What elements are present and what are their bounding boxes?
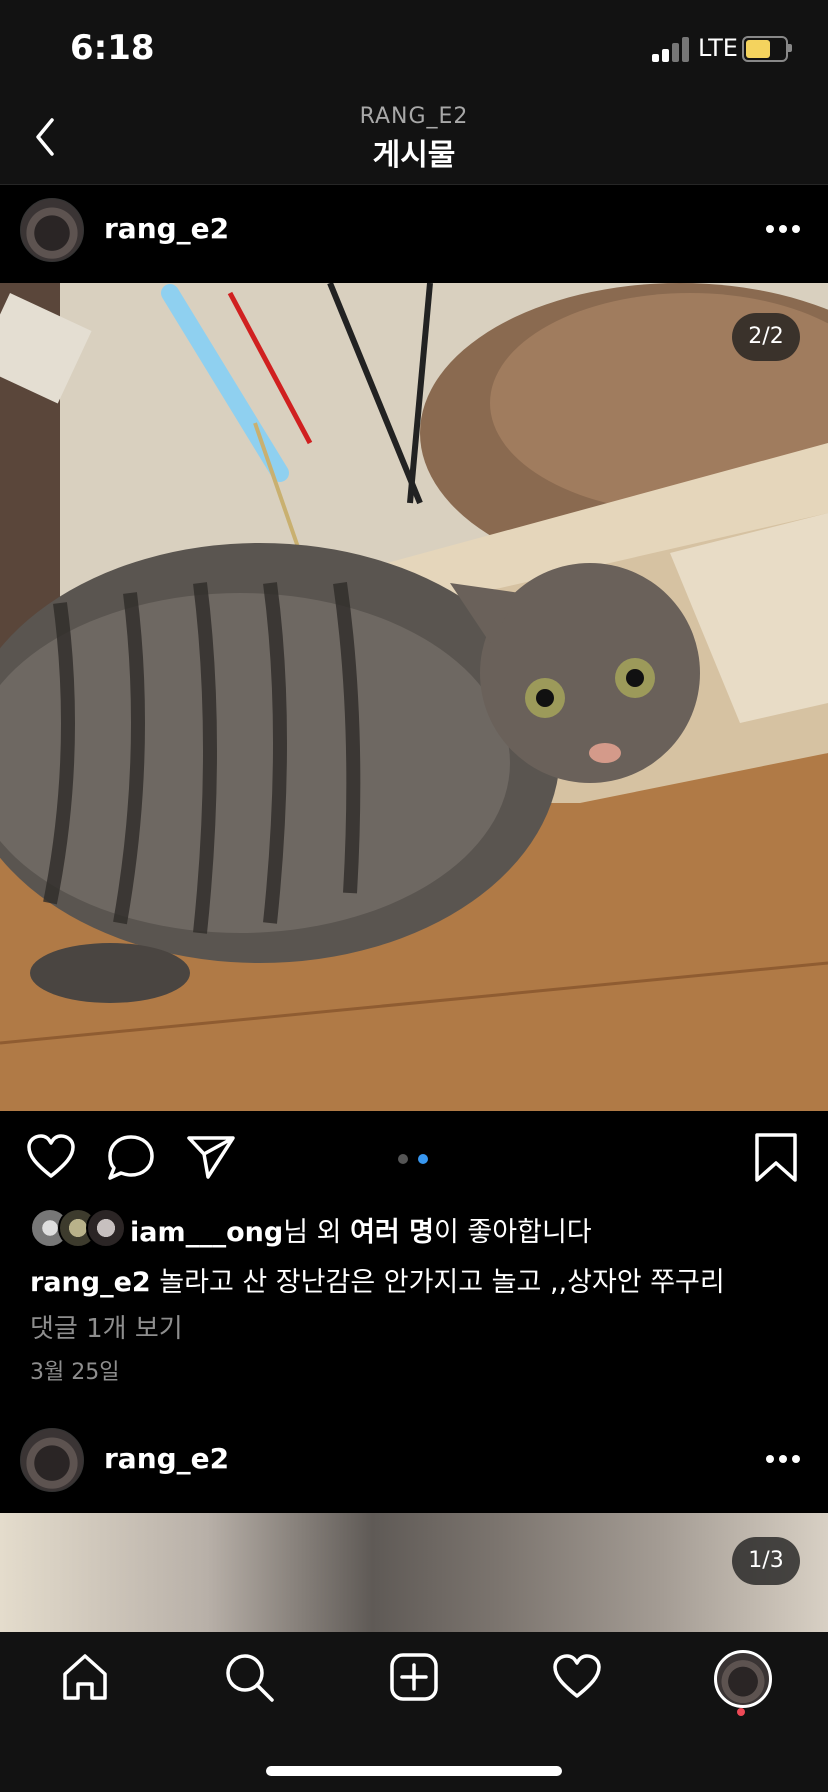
battery-cap xyxy=(788,44,792,52)
view-comments-link[interactable]: 댓글 1개 보기 xyxy=(30,1308,183,1345)
more-icon[interactable] xyxy=(766,1455,802,1465)
profile-tab-avatar[interactable] xyxy=(714,1650,772,1708)
likes-text-1: 님 외 xyxy=(283,1217,351,1248)
add-post-icon[interactable] xyxy=(389,1652,439,1706)
bookmark-icon[interactable] xyxy=(754,1132,798,1188)
page-title: 게시물 xyxy=(372,138,456,173)
likes-text-2: 이 좋아합니다 xyxy=(434,1217,592,1248)
next-post-username[interactable]: rang_e2 xyxy=(104,1442,229,1475)
image-counter: 2/2 xyxy=(732,313,800,361)
post-username[interactable]: rang_e2 xyxy=(104,212,229,245)
comment-icon[interactable] xyxy=(106,1134,156,1186)
post-photo[interactable]: 2/2 xyxy=(0,283,828,1111)
send-icon[interactable] xyxy=(186,1134,236,1184)
next-post-photo[interactable]: 1/3 xyxy=(0,1513,828,1632)
likes-many[interactable]: 여러 명 xyxy=(350,1217,434,1248)
carrier-label: LTE xyxy=(698,34,738,62)
likes-summary[interactable]: iam___ong님 외 여러 명이 좋아합니다 xyxy=(130,1210,592,1249)
avatar[interactable] xyxy=(20,1428,84,1492)
notification-dot xyxy=(737,1708,745,1716)
caption-username[interactable]: rang_e2 xyxy=(30,1267,151,1298)
carousel-dot xyxy=(398,1154,408,1164)
caption: rang_e2 놀라고 산 장난감은 안가지고 놀고 ,,상자안 쭈구리 xyxy=(30,1260,725,1299)
post-date: 3월 25일 xyxy=(30,1360,120,1385)
image-counter: 1/3 xyxy=(732,1537,800,1585)
status-time: 6:18 xyxy=(70,28,155,68)
search-icon[interactable] xyxy=(224,1652,276,1708)
signal-icon xyxy=(652,36,692,62)
avatar[interactable] xyxy=(20,198,84,262)
home-indicator xyxy=(266,1766,562,1776)
caption-text: 놀라고 산 장난감은 안가지고 놀고 ,,상자안 쭈구리 xyxy=(150,1267,725,1298)
home-icon[interactable] xyxy=(60,1652,110,1706)
liker-username[interactable]: iam___ong xyxy=(130,1217,283,1248)
liker-avatar xyxy=(86,1208,126,1248)
nav-subtitle: RANG_E2 xyxy=(359,104,469,129)
more-icon[interactable] xyxy=(766,225,802,235)
carousel-dot-active xyxy=(418,1154,428,1164)
heart-icon[interactable] xyxy=(26,1134,76,1184)
battery-icon xyxy=(742,36,788,62)
activity-heart-icon[interactable] xyxy=(552,1654,602,1704)
